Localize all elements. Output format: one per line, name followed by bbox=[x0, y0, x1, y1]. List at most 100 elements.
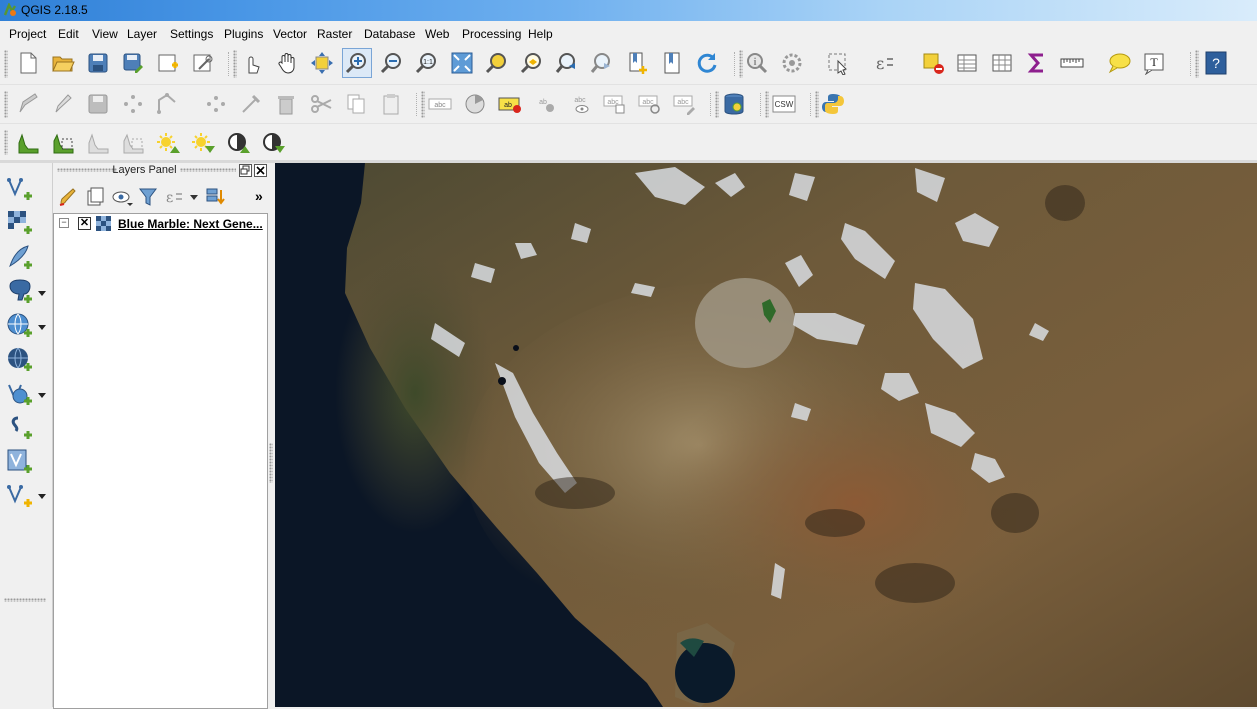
node-editor-button[interactable] bbox=[237, 90, 265, 118]
add-group-button[interactable] bbox=[84, 186, 106, 208]
increase-contrast-button[interactable] bbox=[224, 129, 252, 157]
current-edits-button[interactable] bbox=[14, 90, 42, 118]
menu-edit[interactable]: Edit bbox=[58, 27, 79, 41]
layer-visibility-checkbox[interactable]: ✕ bbox=[78, 217, 91, 230]
zoom-in-button[interactable] bbox=[342, 48, 372, 78]
add-wfs-layer-button[interactable] bbox=[6, 380, 34, 408]
increase-brightness-button[interactable] bbox=[154, 129, 182, 157]
metasearch-csw-button[interactable]: CSW bbox=[770, 90, 798, 118]
chevron-down-icon[interactable] bbox=[38, 325, 46, 330]
select-by-expression-button[interactable]: ε bbox=[871, 49, 899, 77]
paste-features-button[interactable] bbox=[377, 90, 405, 118]
toolbar-grip[interactable] bbox=[4, 91, 8, 118]
menu-plugins[interactable]: Plugins bbox=[224, 27, 263, 41]
measure-button[interactable] bbox=[1058, 49, 1086, 77]
toolbar-grip[interactable] bbox=[233, 50, 237, 78]
layer-name[interactable]: Blue Marble: Next Gene... bbox=[118, 217, 263, 231]
refresh-button[interactable] bbox=[693, 49, 721, 77]
add-spatialite-layer-button[interactable] bbox=[6, 244, 34, 272]
zoom-full-button[interactable] bbox=[448, 49, 476, 77]
pan-button[interactable] bbox=[274, 49, 302, 77]
zoom-next-button[interactable] bbox=[588, 49, 616, 77]
change-label-button[interactable]: abc bbox=[671, 90, 699, 118]
style-manager-button[interactable] bbox=[58, 186, 80, 208]
menu-raster[interactable]: Raster bbox=[317, 27, 352, 41]
add-raster-layer-button[interactable] bbox=[6, 209, 34, 237]
add-delimited-text-layer-button[interactable] bbox=[6, 414, 34, 442]
chevron-down-icon[interactable] bbox=[38, 393, 46, 398]
chevron-down-icon[interactable] bbox=[190, 195, 198, 200]
save-as-button[interactable] bbox=[119, 49, 147, 77]
zoom-to-selection-button[interactable] bbox=[483, 49, 511, 77]
add-vector-layer-button[interactable] bbox=[6, 175, 34, 203]
add-virtual-layer-button[interactable] bbox=[6, 448, 34, 476]
select-features-button[interactable] bbox=[824, 49, 852, 77]
toolbar-grip[interactable] bbox=[715, 91, 719, 118]
touch-zoom-button[interactable] bbox=[239, 49, 267, 77]
menu-view[interactable]: View bbox=[92, 27, 118, 41]
manage-map-themes-button[interactable] bbox=[111, 186, 133, 208]
decrease-contrast-button[interactable] bbox=[259, 129, 287, 157]
toolbar-grip[interactable] bbox=[1195, 50, 1199, 78]
show-bookmarks-button[interactable] bbox=[658, 49, 686, 77]
layer-tree-row[interactable]: − ✕ Blue Marble: Next Gene... bbox=[54, 214, 267, 234]
help-button[interactable]: ? bbox=[1202, 49, 1230, 77]
toolbar-grip[interactable] bbox=[4, 598, 46, 602]
new-shapefile-layer-button[interactable] bbox=[6, 482, 34, 510]
toolbar-grip[interactable] bbox=[4, 50, 8, 78]
show-hide-labels-button[interactable]: abc bbox=[566, 90, 594, 118]
new-project-button[interactable] bbox=[14, 49, 42, 77]
add-feature-button[interactable] bbox=[119, 90, 147, 118]
move-feature-button[interactable] bbox=[154, 90, 182, 118]
delete-selected-button[interactable] bbox=[272, 90, 300, 118]
menu-help[interactable]: Help bbox=[528, 27, 553, 41]
copy-features-button[interactable] bbox=[342, 90, 370, 118]
attribute-table-button[interactable] bbox=[953, 49, 981, 77]
toggle-editing-button[interactable] bbox=[49, 90, 77, 118]
layer-diagram-options-button[interactable] bbox=[461, 90, 489, 118]
node-tool-button[interactable] bbox=[202, 90, 230, 118]
panel-grip[interactable] bbox=[180, 168, 236, 172]
filter-by-expression-button[interactable]: ε bbox=[164, 186, 186, 208]
histogram-stretch-button[interactable] bbox=[14, 129, 42, 157]
chevron-down-icon[interactable] bbox=[38, 291, 46, 296]
splitter-grip[interactable] bbox=[269, 443, 273, 483]
filter-legend-button[interactable] bbox=[137, 186, 159, 208]
more-tools-button[interactable]: » bbox=[255, 188, 263, 204]
identify-button[interactable]: i bbox=[743, 49, 771, 77]
menu-processing[interactable]: Processing bbox=[462, 27, 521, 41]
add-postgis-layer-button[interactable] bbox=[6, 278, 34, 306]
toolbar-grip[interactable] bbox=[421, 91, 425, 118]
close-panel-button[interactable] bbox=[254, 164, 267, 177]
map-canvas[interactable] bbox=[275, 163, 1257, 707]
python-console-button[interactable] bbox=[819, 90, 847, 118]
layer-labeling-options-button[interactable]: abc bbox=[426, 90, 454, 118]
move-label-button[interactable]: abc bbox=[601, 90, 629, 118]
rotate-label-button[interactable]: abc bbox=[636, 90, 664, 118]
menu-web[interactable]: Web bbox=[425, 27, 449, 41]
zoom-out-button[interactable] bbox=[378, 49, 406, 77]
open-project-button[interactable] bbox=[49, 49, 77, 77]
float-panel-button[interactable] bbox=[239, 164, 252, 177]
db-manager-button[interactable] bbox=[720, 90, 748, 118]
zoom-native-button[interactable]: 1:1 bbox=[413, 49, 441, 77]
new-print-composer-button[interactable] bbox=[154, 49, 182, 77]
zoom-last-button[interactable] bbox=[553, 49, 581, 77]
menu-layer[interactable]: Layer bbox=[127, 27, 157, 41]
cut-features-button[interactable] bbox=[307, 90, 335, 118]
chevron-down-icon[interactable] bbox=[38, 494, 46, 499]
menu-vector[interactable]: Vector bbox=[273, 27, 307, 41]
map-tips-button[interactable] bbox=[1105, 49, 1133, 77]
menu-project[interactable]: Project bbox=[9, 27, 46, 41]
run-action-button[interactable] bbox=[778, 49, 806, 77]
statistics-button[interactable] bbox=[1023, 49, 1051, 77]
layer-tree[interactable]: − ✕ Blue Marble: Next Gene... bbox=[53, 213, 268, 709]
pin-labels-button[interactable]: ab bbox=[531, 90, 559, 118]
pan-to-selection-button[interactable] bbox=[308, 49, 336, 77]
save-edits-button[interactable] bbox=[84, 90, 112, 118]
toolbar-grip[interactable] bbox=[765, 91, 769, 118]
save-project-button[interactable] bbox=[84, 49, 112, 77]
decrease-brightness-button[interactable] bbox=[189, 129, 217, 157]
highlight-pinned-labels-button[interactable]: ab bbox=[496, 90, 524, 118]
menu-settings[interactable]: Settings bbox=[170, 27, 213, 41]
